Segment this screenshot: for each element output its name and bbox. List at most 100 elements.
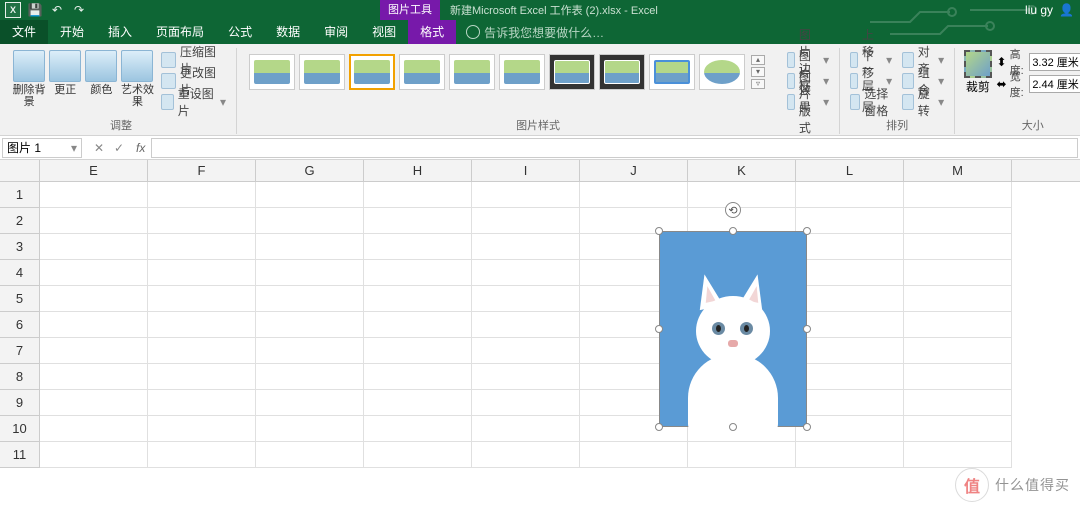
- row-header[interactable]: 1: [0, 182, 40, 208]
- resize-handle-tr[interactable]: [803, 227, 811, 235]
- cell[interactable]: [472, 390, 580, 416]
- cell[interactable]: [904, 208, 1012, 234]
- cell[interactable]: [580, 182, 688, 208]
- row-header[interactable]: 3: [0, 234, 40, 260]
- cell[interactable]: [256, 416, 364, 442]
- cell[interactable]: [796, 338, 904, 364]
- picture-layout-button[interactable]: 图片版式▾: [783, 92, 833, 112]
- cell[interactable]: [40, 364, 148, 390]
- rotate-handle[interactable]: ⟲: [725, 202, 741, 218]
- resize-handle-br[interactable]: [803, 423, 811, 431]
- col-header[interactable]: M: [904, 160, 1012, 181]
- selected-picture[interactable]: ⟲: [660, 232, 806, 426]
- cell[interactable]: [904, 260, 1012, 286]
- cell[interactable]: [40, 442, 148, 468]
- style-thumb[interactable]: [499, 54, 545, 90]
- cell[interactable]: [364, 286, 472, 312]
- cell[interactable]: [472, 442, 580, 468]
- cell[interactable]: [364, 182, 472, 208]
- cell[interactable]: [256, 338, 364, 364]
- user-account[interactable]: liu gy 👤: [1025, 3, 1074, 17]
- excel-app-icon[interactable]: X: [4, 2, 22, 18]
- tab-format[interactable]: 格式: [408, 20, 456, 44]
- row-header[interactable]: 8: [0, 364, 40, 390]
- cell[interactable]: [796, 442, 904, 468]
- scroll-up-icon[interactable]: ▴: [751, 55, 765, 65]
- cell[interactable]: [796, 416, 904, 442]
- cell[interactable]: [904, 390, 1012, 416]
- cell[interactable]: [904, 416, 1012, 442]
- col-header[interactable]: H: [364, 160, 472, 181]
- cell[interactable]: [472, 286, 580, 312]
- cell[interactable]: [904, 442, 1012, 468]
- cell[interactable]: [40, 338, 148, 364]
- cell[interactable]: [40, 312, 148, 338]
- cancel-formula-icon[interactable]: ✕: [92, 141, 106, 155]
- cell[interactable]: [472, 260, 580, 286]
- corrections-button[interactable]: 更正: [48, 48, 82, 96]
- cell[interactable]: [40, 208, 148, 234]
- resize-handle-bl[interactable]: [655, 423, 663, 431]
- cell[interactable]: [580, 442, 688, 468]
- cell[interactable]: [40, 234, 148, 260]
- cell[interactable]: [796, 208, 904, 234]
- selection-pane-button[interactable]: 选择窗格: [846, 92, 896, 112]
- height-input[interactable]: [1029, 53, 1080, 71]
- row-header[interactable]: 11: [0, 442, 40, 468]
- cell[interactable]: [148, 182, 256, 208]
- cell[interactable]: [256, 442, 364, 468]
- scroll-down-icon[interactable]: ▾: [751, 67, 765, 77]
- gallery-scroll[interactable]: ▴▾▿: [751, 54, 767, 90]
- tab-formulas[interactable]: 公式: [216, 20, 264, 44]
- tab-home[interactable]: 开始: [48, 20, 96, 44]
- row-header[interactable]: 6: [0, 312, 40, 338]
- color-button[interactable]: 颜色: [84, 48, 118, 96]
- cell[interactable]: [364, 208, 472, 234]
- cell[interactable]: [148, 234, 256, 260]
- chevron-down-icon[interactable]: ▾: [71, 141, 77, 155]
- cell[interactable]: [148, 260, 256, 286]
- resize-handle-bm[interactable]: [729, 423, 737, 431]
- rotate-button[interactable]: 旋转▾: [898, 92, 948, 112]
- cell[interactable]: [364, 364, 472, 390]
- cell[interactable]: [256, 286, 364, 312]
- undo-icon[interactable]: ↶: [48, 2, 66, 18]
- row-header[interactable]: 9: [0, 390, 40, 416]
- cell[interactable]: [256, 182, 364, 208]
- style-thumb[interactable]: [449, 54, 495, 90]
- col-header[interactable]: E: [40, 160, 148, 181]
- width-input[interactable]: [1029, 75, 1080, 93]
- style-thumb[interactable]: [649, 54, 695, 90]
- tab-data[interactable]: 数据: [264, 20, 312, 44]
- col-header[interactable]: K: [688, 160, 796, 181]
- cell[interactable]: [796, 260, 904, 286]
- tab-view[interactable]: 视图: [360, 20, 408, 44]
- cell[interactable]: [256, 260, 364, 286]
- cell[interactable]: [256, 234, 364, 260]
- tab-page-layout[interactable]: 页面布局: [144, 20, 216, 44]
- cell[interactable]: [148, 286, 256, 312]
- cell[interactable]: [472, 234, 580, 260]
- cell[interactable]: [472, 312, 580, 338]
- cell[interactable]: [472, 364, 580, 390]
- cell[interactable]: [256, 364, 364, 390]
- cell[interactable]: [364, 338, 472, 364]
- cell[interactable]: [472, 338, 580, 364]
- style-thumb[interactable]: [549, 54, 595, 90]
- cell[interactable]: [904, 338, 1012, 364]
- cell[interactable]: [580, 208, 688, 234]
- cell[interactable]: [40, 286, 148, 312]
- cell[interactable]: [256, 390, 364, 416]
- cell[interactable]: [688, 442, 796, 468]
- cell[interactable]: [796, 364, 904, 390]
- cell[interactable]: [796, 182, 904, 208]
- cell[interactable]: [904, 286, 1012, 312]
- resize-handle-ml[interactable]: [655, 325, 663, 333]
- cell[interactable]: [148, 338, 256, 364]
- col-header[interactable]: F: [148, 160, 256, 181]
- col-header[interactable]: L: [796, 160, 904, 181]
- row-header[interactable]: 10: [0, 416, 40, 442]
- cell[interactable]: [364, 442, 472, 468]
- col-header[interactable]: J: [580, 160, 688, 181]
- cell[interactable]: [688, 182, 796, 208]
